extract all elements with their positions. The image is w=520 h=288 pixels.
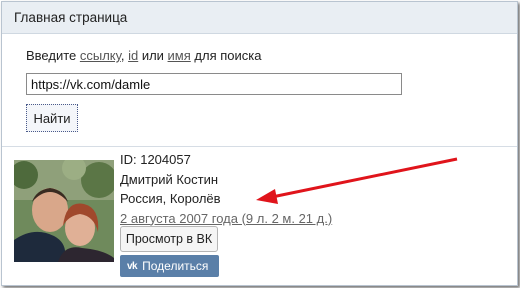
prompt-text: Введите <box>26 48 80 63</box>
profile-photo-icon <box>14 160 114 262</box>
vk-logo-icon: vk <box>127 260 138 272</box>
prompt-separator: или <box>138 48 168 63</box>
search-input[interactable] <box>26 73 402 95</box>
profile-name: Дмитрий Костин <box>120 171 219 187</box>
id-option[interactable]: id <box>128 48 138 63</box>
link-option[interactable]: ссылку <box>80 48 121 63</box>
share-button-label: Поделиться <box>142 259 209 273</box>
search-prompt: Введите ссылку, id или имя для поиска <box>26 48 261 63</box>
page-title: Главная страница <box>2 2 517 34</box>
profile-id: ID: 1204057 <box>120 152 191 167</box>
prompt-separator: , <box>120 48 129 63</box>
app-window: Главная страница Введите ссылку, id или … <box>1 1 518 286</box>
find-button[interactable]: Найти <box>26 104 78 132</box>
profile-location: Россия, Королёв <box>120 191 221 206</box>
avatar[interactable] <box>14 160 114 262</box>
profile-info: ID: 1204057 Дмитрий Костин Россия, Корол… <box>120 150 332 228</box>
view-in-vk-button[interactable]: Просмотр в ВК <box>120 226 218 252</box>
share-button[interactable]: vk Поделиться <box>120 255 219 277</box>
prompt-text-end: для поиска <box>190 48 262 63</box>
registration-date-link[interactable]: 2 августа 2007 года (9 л. 2 м. 21 д.) <box>120 211 332 226</box>
divider <box>2 146 517 147</box>
name-option[interactable]: имя <box>168 48 191 63</box>
